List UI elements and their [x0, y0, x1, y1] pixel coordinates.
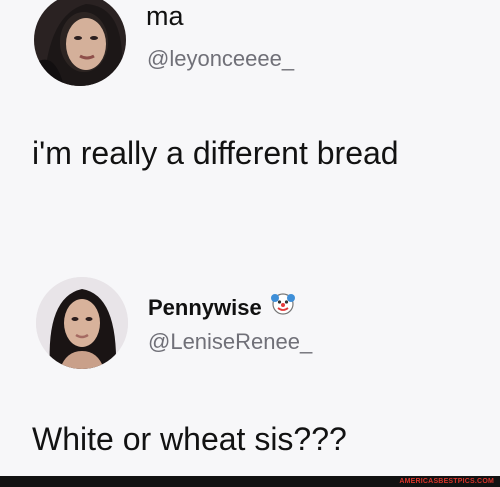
- profile-photo-icon: [34, 0, 126, 86]
- watermark: AMERICASBESTPICS.COM: [399, 478, 494, 485]
- handle[interactable]: @leyonceeee_: [147, 46, 294, 72]
- profile-photo-icon: [36, 277, 128, 369]
- avatar-pennywise[interactable]: [36, 277, 128, 369]
- handle[interactable]: @LeniseRenee_: [148, 329, 312, 355]
- clown-face-icon: [270, 290, 296, 323]
- avatar-ma[interactable]: [34, 0, 126, 86]
- footer-bar: AMERICASBESTPICS.COM: [0, 476, 500, 487]
- display-name[interactable]: Pennywise: [148, 293, 296, 323]
- tweet-text: i'm really a different bread: [32, 135, 399, 171]
- display-name-text: Pennywise: [148, 295, 262, 320]
- display-name[interactable]: ma: [146, 2, 184, 30]
- tweet-text: White or wheat sis???: [32, 421, 347, 457]
